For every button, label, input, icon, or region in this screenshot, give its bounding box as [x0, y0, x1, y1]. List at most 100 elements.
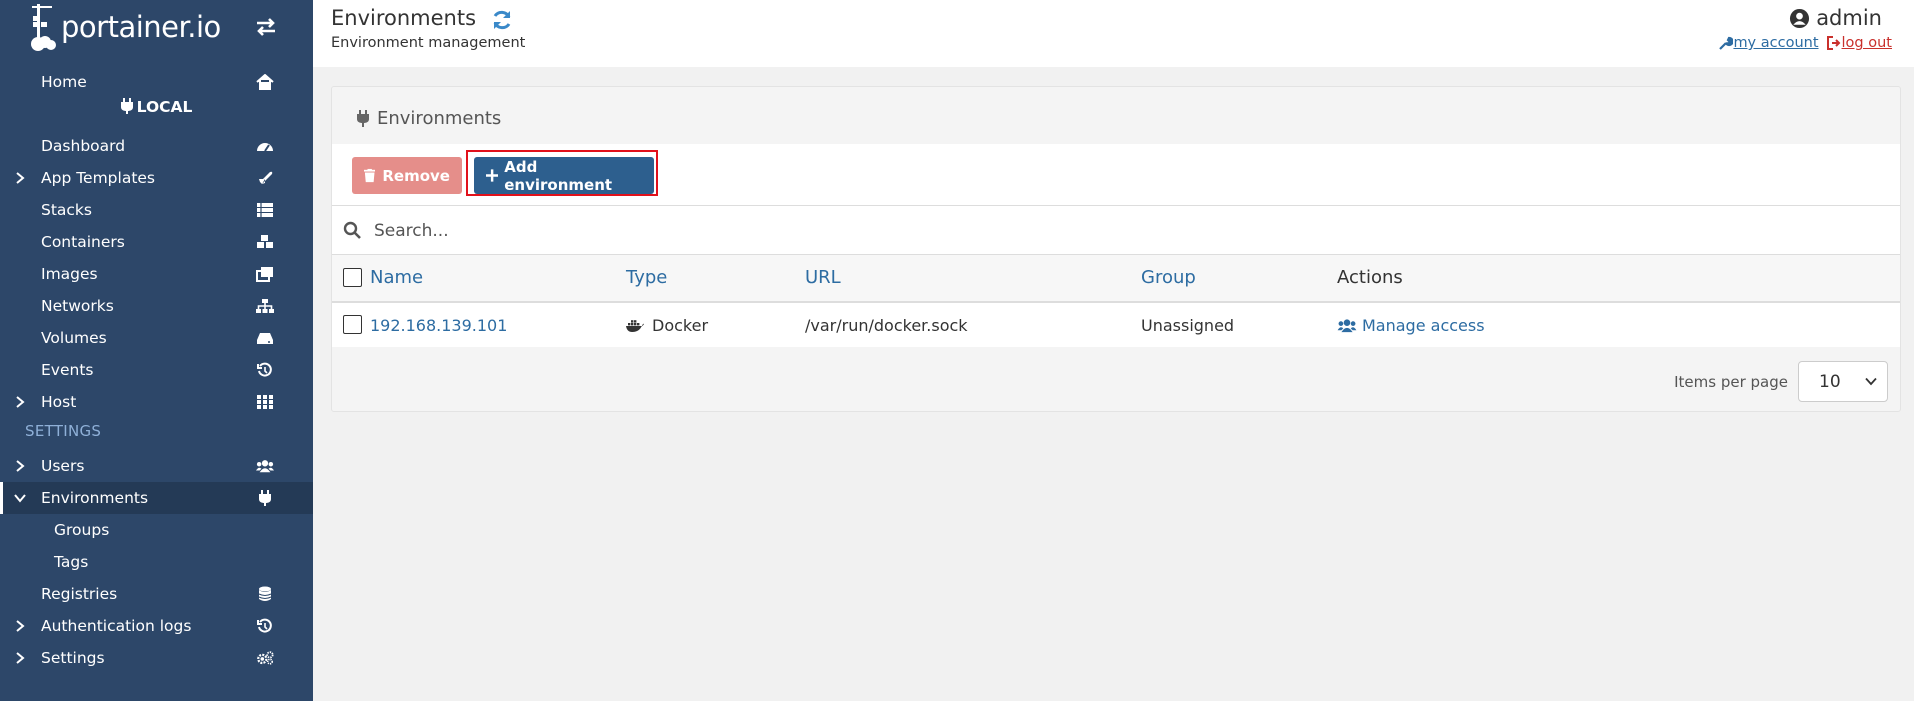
- wrench-icon: [1719, 36, 1734, 50]
- widget-title: Environments: [357, 108, 501, 129]
- chevron-right-icon[interactable]: [14, 395, 26, 409]
- sidebar-item-tags[interactable]: Tags: [0, 546, 313, 578]
- sidebar-settings-header: SETTINGS: [25, 422, 102, 440]
- sidebar-item-label: Images: [41, 265, 98, 283]
- history-icon: [257, 618, 272, 633]
- search-icon: [343, 221, 361, 239]
- sidebar-item-label: Users: [41, 457, 85, 475]
- add-environment-button[interactable]: Add environment: [474, 157, 654, 194]
- cubes-icon: [257, 235, 273, 248]
- trash-icon: [364, 168, 376, 183]
- sidebar-item-label: Environments: [41, 489, 149, 507]
- sidebar-item-containers[interactable]: Containers: [0, 226, 313, 258]
- dashboard-icon: [257, 143, 273, 152]
- column-header-url[interactable]: URL: [805, 267, 841, 288]
- plug-icon: [259, 490, 271, 506]
- stacks-icon: [257, 203, 273, 217]
- sidebar-item-label: Groups: [54, 521, 110, 539]
- users-icon: [256, 460, 274, 473]
- log-out-link[interactable]: log out: [1826, 35, 1892, 51]
- column-header-actions: Actions: [1337, 267, 1403, 288]
- user-menu: admin: [1789, 6, 1882, 30]
- environment-name-link[interactable]: 192.168.139.101: [370, 316, 507, 335]
- users-icon: [1337, 319, 1357, 333]
- sidebar-item-stacks[interactable]: Stacks: [0, 194, 313, 226]
- page-header: Environments Environment management admi…: [313, 0, 1914, 67]
- cogs-icon: [257, 651, 274, 665]
- my-account-link[interactable]: my account: [1719, 35, 1819, 51]
- manage-access-label: Manage access: [1362, 316, 1485, 335]
- sidebar-item-home[interactable]: Home: [0, 66, 313, 98]
- sidebar-item-authentication-logs[interactable]: Authentication logs: [0, 610, 313, 642]
- row-checkbox[interactable]: [343, 315, 362, 334]
- plus-icon: [486, 169, 499, 182]
- search-bar: [332, 206, 1900, 255]
- environment-type: Docker: [626, 316, 708, 335]
- sidebar-item-app-templates[interactable]: App Templates: [0, 162, 313, 194]
- remove-label: Remove: [382, 166, 450, 185]
- database-icon: [258, 586, 272, 601]
- items-per-page-label: Items per page: [1674, 372, 1788, 391]
- sidebar-item-label: Registries: [41, 585, 118, 603]
- clone-icon: [256, 267, 273, 282]
- sidebar-item-registries[interactable]: Registries: [0, 578, 313, 610]
- rocket-icon: [259, 171, 273, 184]
- environment-group: Unassigned: [1141, 316, 1235, 335]
- sitemap-icon: [256, 299, 274, 313]
- column-header-type[interactable]: Type: [626, 267, 667, 288]
- portainer-logo[interactable]: portainer.io: [29, 0, 221, 54]
- search-input[interactable]: [372, 216, 1876, 246]
- sidebar-item-events[interactable]: Events: [0, 354, 313, 386]
- chevron-right-icon[interactable]: [14, 651, 26, 665]
- refresh-icon[interactable]: [490, 8, 514, 32]
- environment-url: /var/run/docker.sock: [805, 316, 968, 335]
- account-links: my account log out: [1719, 35, 1892, 51]
- portainer-crane-icon: [31, 4, 56, 51]
- page-subtitle: Environment management: [331, 35, 526, 51]
- sidebar-item-volumes[interactable]: Volumes: [0, 322, 313, 354]
- sidebar: portainer.io Home LOCAL Dashboard App Te…: [0, 0, 313, 701]
- user-name: admin: [1816, 6, 1882, 30]
- sidebar-item-label: Networks: [41, 297, 114, 315]
- sidebar-item-label: App Templates: [41, 169, 156, 187]
- sidebar-item-users[interactable]: Users: [0, 450, 313, 482]
- user-circle-icon: [1790, 8, 1810, 28]
- sidebar-item-label: Volumes: [41, 329, 107, 347]
- plug-icon: [120, 98, 133, 114]
- chevron-right-icon[interactable]: [14, 171, 26, 185]
- sidebar-item-label: Home: [41, 73, 87, 91]
- sidebar-item-host[interactable]: Host: [0, 386, 313, 418]
- pagination-controls: Items per page 10: [1674, 361, 1888, 402]
- page-title: Environments: [331, 6, 477, 30]
- sidebar-item-label: Containers: [41, 233, 125, 251]
- sidebar-toggle-icon[interactable]: [253, 14, 279, 40]
- plug-icon: [357, 110, 369, 127]
- sidebar-endpoint-label: LOCAL: [136, 98, 193, 116]
- sidebar-item-label: Events: [41, 361, 94, 379]
- items-per-page-select[interactable]: 10: [1798, 361, 1888, 402]
- select-all-checkbox[interactable]: [343, 268, 362, 287]
- column-header-name[interactable]: Name: [370, 267, 423, 288]
- sidebar-item-networks[interactable]: Networks: [0, 290, 313, 322]
- logo-row: portainer.io: [0, 0, 313, 54]
- sidebar-item-dashboard[interactable]: Dashboard: [0, 130, 313, 162]
- table-row: 192.168.139.101 Docker /var/run/docker.s…: [332, 303, 1900, 347]
- history-icon: [257, 362, 272, 377]
- sidebar-item-label: Stacks: [41, 201, 92, 219]
- column-header-group[interactable]: Group: [1141, 267, 1196, 288]
- sidebar-item-label: Host: [41, 393, 77, 411]
- chevron-right-icon[interactable]: [14, 619, 26, 633]
- remove-button[interactable]: Remove: [352, 157, 462, 194]
- sidebar-item-environments[interactable]: Environments: [0, 482, 313, 514]
- sidebar-item-images[interactable]: Images: [0, 258, 313, 290]
- grid-icon: [257, 395, 273, 409]
- manage-access-link[interactable]: Manage access: [1337, 316, 1485, 335]
- chevron-right-icon[interactable]: [14, 459, 26, 473]
- home-icon: [256, 74, 274, 90]
- table-header: Name Type URL Group Actions: [332, 255, 1900, 303]
- add-environment-label: Add environment: [504, 157, 613, 194]
- sidebar-endpoint-name: LOCAL: [0, 98, 313, 116]
- chevron-down-icon[interactable]: [14, 491, 26, 505]
- sidebar-item-settings[interactable]: Settings: [0, 642, 313, 674]
- sidebar-item-groups[interactable]: Groups: [0, 514, 313, 546]
